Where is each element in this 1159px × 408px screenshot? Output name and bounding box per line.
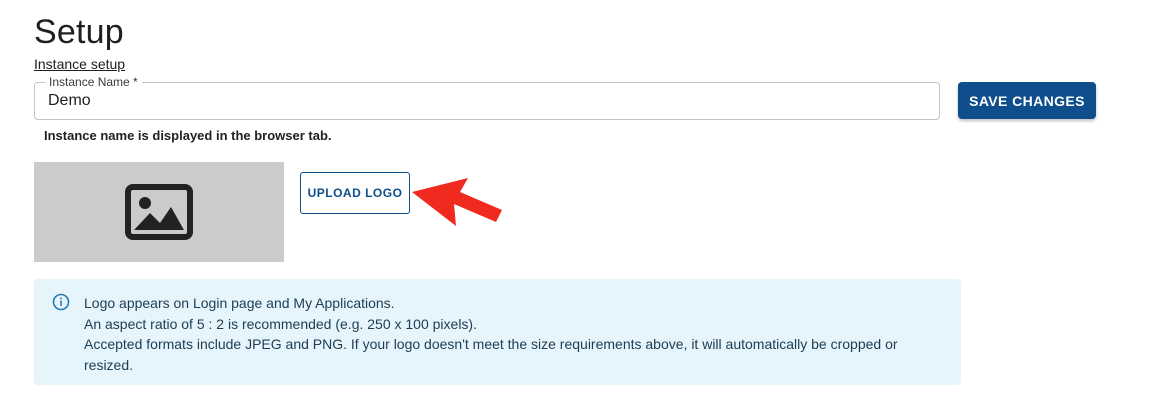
breadcrumb-instance-setup[interactable]: Instance setup (34, 56, 125, 72)
info-text: Logo appears on Login page and My Applic… (84, 293, 944, 375)
info-icon (52, 293, 70, 311)
upload-logo-button[interactable]: UPLOAD LOGO (300, 172, 410, 214)
save-changes-button[interactable]: SAVE CHANGES (958, 82, 1096, 119)
instance-name-helper-text: Instance name is displayed in the browse… (44, 128, 332, 143)
info-line: An aspect ratio of 5 : 2 is recommended … (84, 315, 477, 332)
instance-name-field[interactable]: Instance Name * (34, 75, 940, 120)
setup-page: Setup Instance setup Instance Name * SAV… (0, 0, 1159, 408)
page-title: Setup (34, 13, 124, 51)
info-line: Logo appears on Login page and My Applic… (84, 295, 395, 311)
image-icon (125, 184, 193, 240)
logo-placeholder (34, 162, 284, 262)
info-line: Accepted formats include JPEG and PNG. I… (84, 336, 898, 373)
logo-info-alert: Logo appears on Login page and My Applic… (34, 279, 961, 385)
annotation-arrow-icon (412, 178, 502, 226)
instance-name-input[interactable] (48, 83, 908, 119)
